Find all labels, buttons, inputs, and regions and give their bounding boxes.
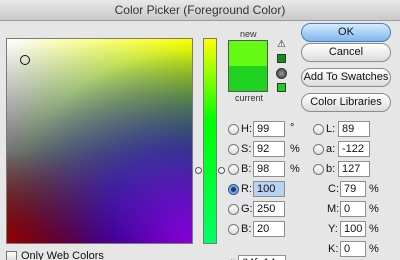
color-picker-body: new current ⚠ OK Cancel Add To Swatches … xyxy=(0,21,400,260)
m-label: M: xyxy=(327,203,340,215)
current-color-swatch[interactable] xyxy=(228,66,268,92)
c-label: C: xyxy=(328,183,339,195)
m-unit: % xyxy=(369,203,379,215)
a-label: a: xyxy=(326,143,336,155)
l-radio[interactable] xyxy=(313,124,324,135)
s-unit: % xyxy=(290,143,300,155)
blue-input[interactable]: 20 xyxy=(253,221,285,237)
current-color-label: current xyxy=(235,93,264,103)
only-web-colors-label: Only Web Colors xyxy=(21,250,104,260)
g-radio[interactable] xyxy=(228,204,239,215)
r-input[interactable]: 100 xyxy=(253,181,285,197)
blue-label: B: xyxy=(241,223,252,235)
web-color-swatch[interactable] xyxy=(277,83,286,92)
gamut-color-swatch[interactable] xyxy=(277,54,286,63)
r-label: R: xyxy=(241,183,252,195)
hue-slider-handle-left[interactable] xyxy=(195,167,202,174)
color-libraries-button[interactable]: Color Libraries xyxy=(301,93,391,112)
r-radio[interactable] xyxy=(228,184,239,195)
blue-radio[interactable] xyxy=(228,224,239,235)
g-input[interactable]: 250 xyxy=(253,201,285,217)
color-field-cursor[interactable] xyxy=(20,55,30,65)
window-title: Color Picker (Foreground Color) xyxy=(0,0,400,21)
ok-button[interactable]: OK xyxy=(301,23,391,42)
hue-slider[interactable] xyxy=(203,38,217,244)
c-input[interactable]: 79 xyxy=(340,181,366,197)
lab-b-input[interactable]: 127 xyxy=(338,161,370,177)
g-label: G: xyxy=(241,203,253,215)
new-color-label: new xyxy=(240,29,257,39)
web-safe-cube-icon[interactable] xyxy=(276,68,287,79)
color-field[interactable] xyxy=(6,38,193,244)
h-radio[interactable] xyxy=(228,124,239,135)
new-color-swatch xyxy=(228,40,268,66)
y-label: Y: xyxy=(328,223,338,235)
h-label: H: xyxy=(241,123,252,135)
l-label: L: xyxy=(326,123,336,135)
s-radio[interactable] xyxy=(228,144,239,155)
lab-b-label: b: xyxy=(326,163,336,175)
k-label: K: xyxy=(328,243,339,255)
s-input[interactable]: 92 xyxy=(253,141,285,157)
lab-b-radio[interactable] xyxy=(313,164,324,175)
only-web-colors-checkbox[interactable] xyxy=(6,251,17,260)
a-radio[interactable] xyxy=(313,144,324,155)
s-label: S: xyxy=(241,143,252,155)
k-input[interactable]: 0 xyxy=(340,241,366,257)
b-input[interactable]: 98 xyxy=(253,161,285,177)
h-input[interactable]: 99 xyxy=(253,121,285,137)
hue-slider-handle-right[interactable] xyxy=(218,167,225,174)
cancel-button[interactable]: Cancel xyxy=(301,43,391,62)
h-unit: ° xyxy=(290,122,295,134)
m-input[interactable]: 0 xyxy=(340,201,366,217)
l-input[interactable]: 89 xyxy=(338,121,370,137)
y-input[interactable]: 100 xyxy=(340,221,366,237)
b-unit: % xyxy=(290,163,300,175)
k-unit: % xyxy=(369,243,379,255)
c-unit: % xyxy=(369,183,379,195)
add-to-swatches-button[interactable]: Add To Swatches xyxy=(301,68,391,87)
b-radio[interactable] xyxy=(228,164,239,175)
a-input[interactable]: -122 xyxy=(338,141,370,157)
b-label: B: xyxy=(241,163,252,175)
y-unit: % xyxy=(369,223,379,235)
hex-input[interactable]: 64fa14 xyxy=(238,255,286,260)
warning-triangle-icon[interactable]: ⚠ xyxy=(276,39,287,50)
